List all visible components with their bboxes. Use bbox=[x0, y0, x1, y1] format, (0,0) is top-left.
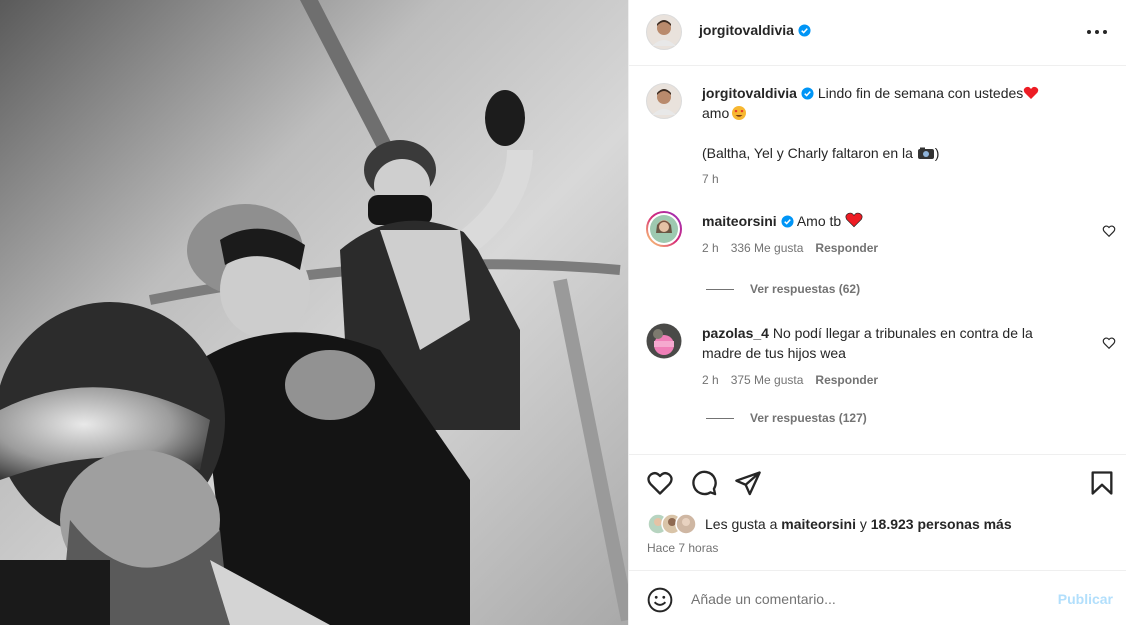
caption-body: jorgitovaldivia Lindo fin de semana con … bbox=[702, 83, 1062, 189]
reply-button[interactable]: Responder bbox=[815, 241, 878, 255]
liker-avatars[interactable] bbox=[647, 513, 703, 535]
likes-text: Les gusta a maiteorsini y 18.923 persona… bbox=[705, 516, 1012, 532]
comment-item: maiteorsini Amo tb 2 h 336 Me gusta Respon… bbox=[646, 211, 1116, 271]
caption-text-line1: Lindo fin de semana con ustedes bbox=[817, 85, 1024, 101]
comment-avatar[interactable] bbox=[646, 211, 682, 247]
comment-input[interactable] bbox=[691, 591, 1041, 607]
comment-username[interactable]: pazolas_4 bbox=[702, 325, 769, 341]
reply-button[interactable]: Responder bbox=[815, 373, 878, 387]
red-heart-emoji-icon bbox=[1024, 86, 1039, 99]
view-replies-button[interactable]: Ver respuestas (127) bbox=[706, 411, 867, 425]
caption-text-line3-end: ) bbox=[934, 145, 940, 161]
comment-item: pazolas_4 No podí llegar a tribunales en… bbox=[646, 323, 1116, 393]
post-side-panel: jorgitovaldivia jorgitovaldivia Lindo fi… bbox=[628, 0, 1126, 625]
publish-button[interactable]: Publicar bbox=[1058, 591, 1113, 607]
comment-avatar[interactable] bbox=[646, 323, 682, 359]
view-replies-button[interactable]: Ver respuestas (62) bbox=[706, 282, 860, 296]
comment-age[interactable]: 2 h bbox=[702, 373, 719, 387]
bookmark-icon[interactable] bbox=[1088, 469, 1116, 497]
view-replies-text[interactable]: Ver respuestas (127) bbox=[750, 411, 867, 425]
heart-eyes-emoji-icon bbox=[732, 106, 747, 120]
comment-body: pazolas_4 No podí llegar a tribunales en… bbox=[702, 323, 1072, 390]
caption-username[interactable]: jorgitovaldivia bbox=[702, 85, 797, 101]
likes-joiner: y bbox=[859, 516, 867, 532]
verified-icon bbox=[798, 24, 811, 37]
posted-time[interactable]: Hace 7 horas bbox=[647, 541, 718, 555]
comment-like-heart-icon[interactable] bbox=[1102, 336, 1116, 350]
caption-text-line2: amo bbox=[702, 105, 730, 121]
caption-text-line3: (Baltha, Yel y Charly faltaron en la bbox=[702, 145, 913, 161]
comment-likes[interactable]: 375 Me gusta bbox=[731, 373, 804, 387]
more-icon[interactable] bbox=[1085, 22, 1109, 42]
share-icon[interactable] bbox=[734, 469, 762, 497]
likes-prefix: Les gusta a bbox=[705, 516, 778, 532]
comment-likes[interactable]: 336 Me gusta bbox=[731, 241, 804, 255]
comment-username[interactable]: maiteorsini bbox=[702, 213, 777, 229]
author-username-header[interactable]: jorgitovaldivia bbox=[699, 22, 811, 38]
author-avatar[interactable] bbox=[646, 83, 682, 119]
post-photo-image bbox=[0, 0, 628, 625]
comment-text-line1: No podí llegar a tribunales en contra de… bbox=[772, 325, 1033, 341]
add-comment-bar: Publicar bbox=[629, 570, 1126, 625]
post-header: jorgitovaldivia bbox=[629, 0, 1126, 66]
heart-icon[interactable] bbox=[646, 469, 674, 497]
comments-section: jorgitovaldivia Lindo fin de semana con … bbox=[629, 66, 1126, 454]
view-replies-text[interactable]: Ver respuestas (62) bbox=[750, 282, 860, 296]
comment-text-line2: madre de tus hijos wea bbox=[702, 345, 846, 361]
comment-like-heart-icon[interactable] bbox=[1102, 224, 1116, 238]
likes-count[interactable]: 18.923 personas más bbox=[871, 516, 1012, 532]
emoji-icon[interactable] bbox=[647, 587, 673, 613]
caption-age[interactable]: 7 h bbox=[702, 172, 719, 186]
camera-emoji-icon bbox=[917, 147, 934, 159]
view-replies-line bbox=[706, 289, 734, 291]
comment-text: Amo tb bbox=[796, 213, 842, 229]
red-heart-emoji-icon bbox=[845, 212, 863, 228]
view-replies-line bbox=[706, 418, 734, 420]
verified-icon bbox=[801, 87, 814, 100]
comment-icon[interactable] bbox=[690, 469, 718, 497]
comment-body: maiteorsini Amo tb 2 h 336 Me gusta Respon… bbox=[702, 211, 1062, 258]
comment-age[interactable]: 2 h bbox=[702, 241, 719, 255]
verified-icon bbox=[781, 215, 794, 228]
author-avatar[interactable] bbox=[646, 14, 682, 50]
likes-user[interactable]: maiteorsini bbox=[781, 516, 856, 532]
post-photo[interactable] bbox=[0, 0, 628, 625]
post-actions: Les gusta a maiteorsini y 18.923 persona… bbox=[629, 454, 1126, 570]
author-username-text[interactable]: jorgitovaldivia bbox=[699, 22, 794, 38]
